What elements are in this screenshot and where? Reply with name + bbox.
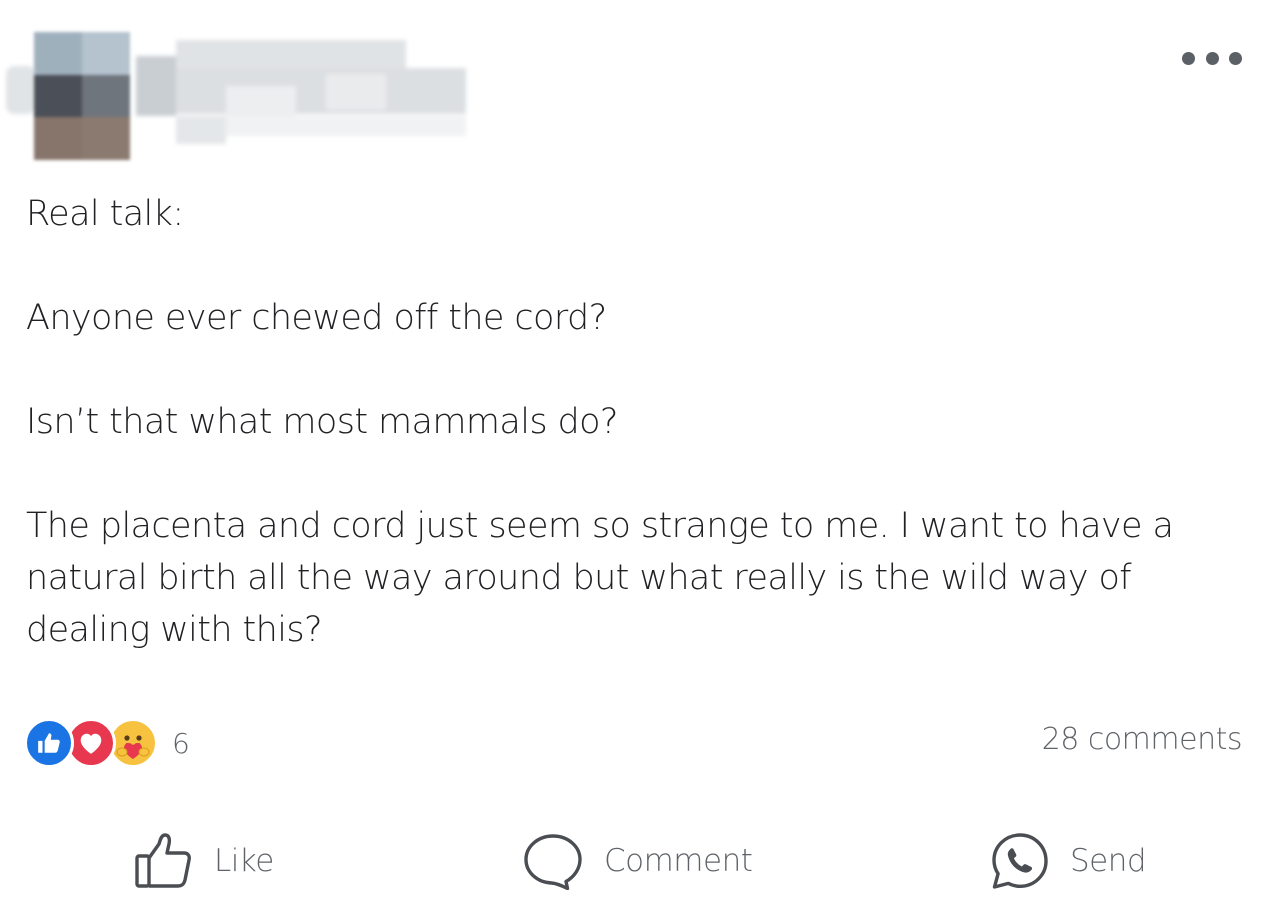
comment-label: Comment (604, 843, 753, 879)
thumbs-up-icon (135, 833, 191, 888)
comment-button[interactable]: Comment (522, 826, 753, 896)
comments-count-link[interactable]: 28 comments (1042, 722, 1243, 757)
avatar[interactable] (34, 32, 130, 160)
reaction-summary[interactable]: 6 (24, 716, 190, 770)
post-paragraph: Real talk: (26, 194, 184, 234)
post-paragraph: Anyone ever chewed off the cord? (26, 298, 607, 338)
whatsapp-icon (992, 833, 1048, 889)
post-action-bar: Like Comment Send (0, 826, 1268, 896)
comment-bubble-icon (524, 834, 582, 890)
post-text: Real talk: Anyone ever chewed off the co… (26, 188, 1246, 656)
post-paragraph: Isn’t that what most mammals do? (26, 402, 618, 442)
reaction-count: 6 (172, 726, 190, 760)
send-button[interactable]: Send (990, 826, 1147, 896)
like-label: Like (214, 843, 274, 879)
post-author[interactable] (6, 30, 486, 165)
like-button[interactable]: Like (134, 826, 274, 896)
more-options-icon[interactable] (1182, 46, 1242, 70)
send-label: Send (1070, 843, 1147, 879)
post-paragraph: The placenta and cord just seem so stran… (26, 506, 1174, 650)
like-reaction-icon (24, 718, 74, 768)
